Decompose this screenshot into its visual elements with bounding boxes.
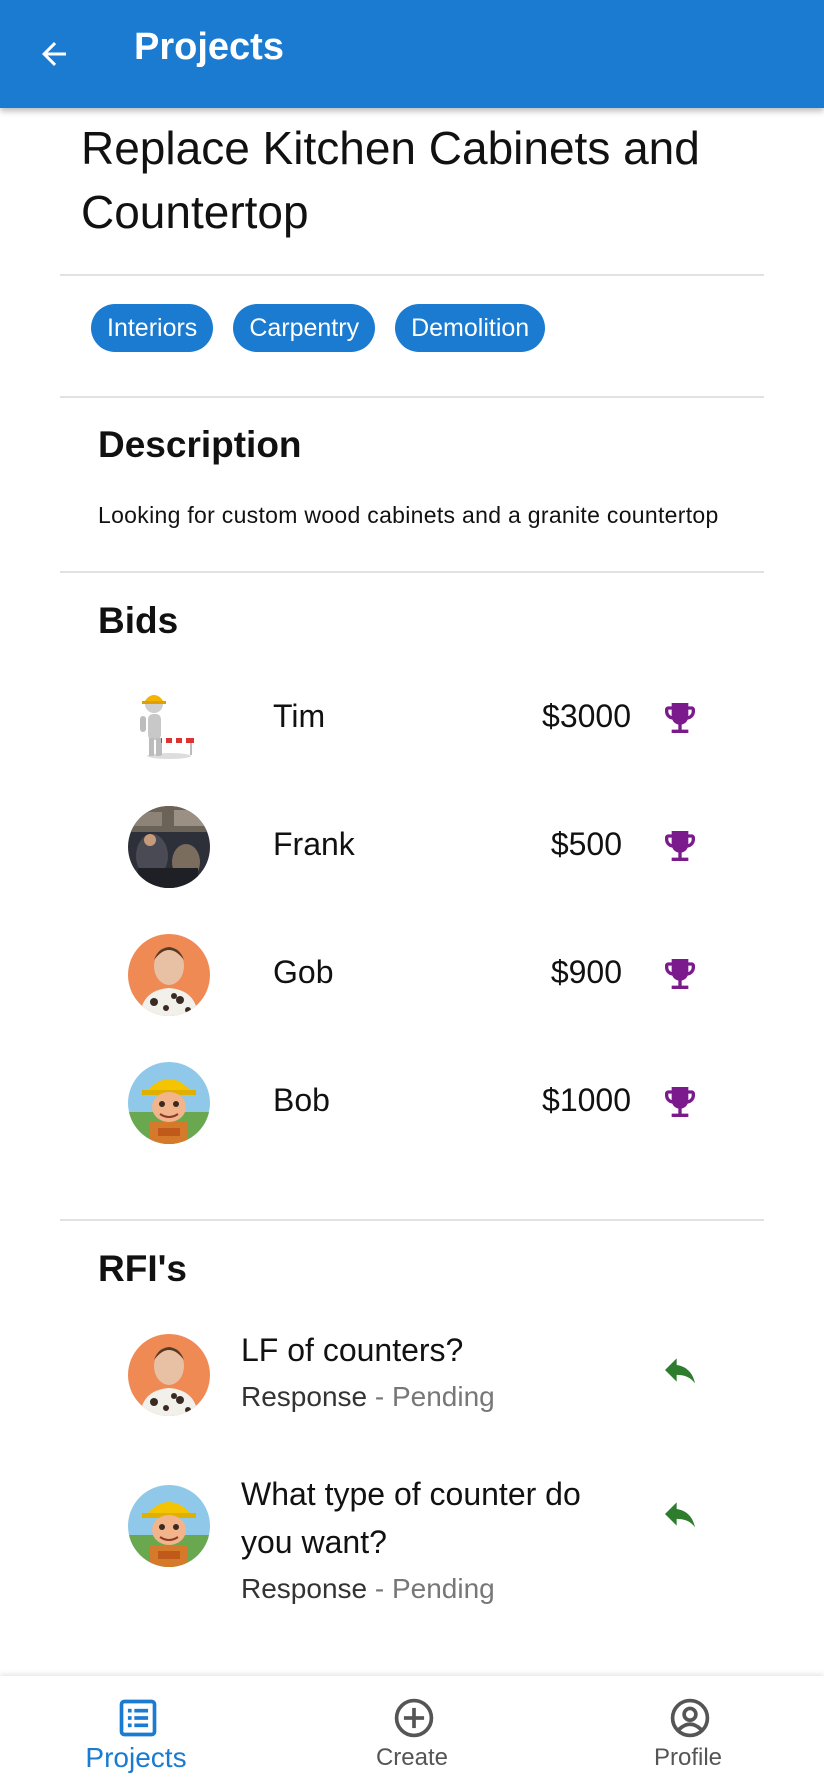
rfi-status-label: Response — [241, 1573, 368, 1604]
tag-chip-carpentry[interactable]: Carpentry — [233, 304, 376, 352]
list-icon — [119, 1699, 157, 1737]
nav-item-profile[interactable]: Profile — [588, 1676, 788, 1788]
app-bar: Projects — [0, 0, 824, 108]
description-heading: Description — [98, 424, 302, 465]
trophy-icon[interactable] — [660, 698, 700, 738]
rfi-status: Response - Pending — [241, 1573, 495, 1605]
bidder-name: Gob — [273, 954, 334, 990]
avatar — [128, 1334, 210, 1416]
bid-amount: $500 — [550, 826, 622, 862]
arrow-back-icon — [42, 42, 66, 66]
bottom-navigation: Projects Create Profile — [0, 1676, 824, 1788]
divider — [60, 396, 764, 398]
divider — [60, 1219, 764, 1221]
rfi-question: What type of counter do you want? — [241, 1476, 581, 1560]
add-circle-icon — [394, 1698, 434, 1738]
bids-heading: Bids — [98, 600, 179, 641]
avatar — [128, 1485, 210, 1567]
divider — [60, 274, 764, 276]
tag-list: Interiors Carpentry Demolition — [91, 304, 546, 352]
nav-label: Projects — [85, 1742, 187, 1773]
reply-icon[interactable] — [660, 1494, 700, 1534]
bid-row[interactable]: Gob $900 — [0, 930, 824, 1020]
description-text: Looking for custom wood cabinets and a g… — [98, 502, 719, 528]
rfi-status-value: - Pending — [367, 1381, 495, 1412]
nav-label: Profile — [653, 1744, 723, 1771]
avatar — [128, 806, 210, 888]
rfi-question: LF of counters? — [241, 1332, 464, 1368]
reply-icon[interactable] — [660, 1350, 700, 1390]
rfis-heading: RFI's — [98, 1248, 187, 1289]
app-bar-title: Projects — [134, 26, 284, 68]
account-circle-icon — [670, 1698, 710, 1738]
nav-item-create[interactable]: Create — [312, 1676, 512, 1788]
bid-amount: $900 — [550, 954, 622, 990]
rfi-status-value: - Pending — [367, 1573, 495, 1604]
bidder-name: Frank — [273, 826, 355, 862]
trophy-icon[interactable] — [660, 826, 700, 866]
rfi-row[interactable]: LF of counters? Response - Pending — [0, 1330, 824, 1440]
tag-chip-interiors[interactable]: Interiors — [91, 304, 214, 352]
nav-label: Create — [375, 1744, 449, 1771]
bid-row[interactable]: Bob $1000 — [0, 1058, 824, 1148]
trophy-icon[interactable] — [660, 954, 700, 994]
bid-amount: $3000 — [542, 698, 631, 734]
bid-row[interactable]: Tim $3000 — [0, 674, 824, 764]
bidder-name: Tim — [273, 698, 326, 734]
project-title: Replace Kitchen Cabinets and Countertop — [81, 122, 700, 238]
bidder-name: Bob — [273, 1082, 330, 1118]
tag-chip-demolition[interactable]: Demolition — [395, 304, 546, 352]
rfi-status-label: Response — [241, 1381, 368, 1412]
trophy-icon[interactable] — [660, 1082, 700, 1122]
avatar — [128, 1062, 210, 1144]
bid-row[interactable]: Frank $500 — [0, 802, 824, 892]
avatar — [128, 678, 210, 760]
rfi-row[interactable]: What type of counter do you want? Respon… — [0, 1474, 824, 1624]
avatar — [128, 934, 210, 1016]
nav-item-projects[interactable]: Projects — [36, 1676, 236, 1788]
back-button[interactable] — [30, 30, 78, 78]
bid-amount: $1000 — [542, 1082, 631, 1118]
rfi-status: Response - Pending — [241, 1381, 495, 1413]
divider — [60, 571, 764, 573]
